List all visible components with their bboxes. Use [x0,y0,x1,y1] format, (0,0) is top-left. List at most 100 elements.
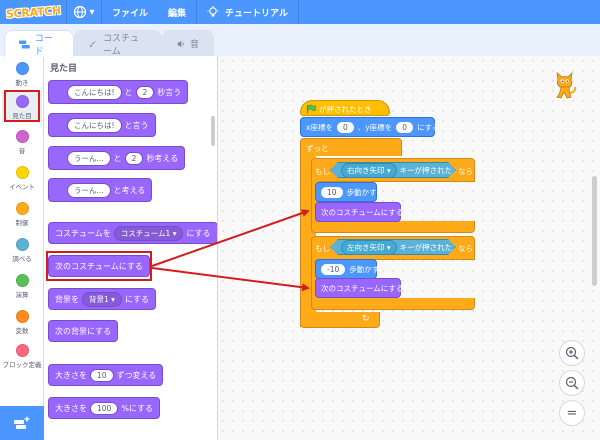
lightbulb-icon [207,6,219,17]
block-label: と [113,153,122,163]
category-operators[interactable]: 演算 [2,274,42,299]
block-label: なら [458,244,473,253]
key-pressed-left-block[interactable]: 左向き矢印 ▾ キーが押された [330,239,456,255]
if-bottom [311,221,475,233]
category-motion[interactable]: 動き [2,62,42,87]
set-size-block[interactable]: 大きさを 100 %にする [48,397,161,419]
zoom-in-icon [565,346,579,360]
move-steps-block[interactable]: 10 歩動かす [315,182,377,202]
block-input[interactable]: こんにちは! [67,117,122,133]
workspace-scrollbar[interactable] [592,176,597,286]
block-label: コスチュームを [55,228,111,238]
block-palette: 見た目 こんにちは! と 2 秒言う こんにちは! と言う うーん... と 2… [44,56,218,440]
block-input[interactable]: 100 [90,401,119,415]
category-label: 制御 [15,219,29,227]
category-menu: 動き 見た目 音 イベント 制御 調べる 演算 変数 ブロック定義 [0,56,44,440]
events-dot-icon [15,166,29,179]
tab-sound[interactable]: 音 [162,30,214,56]
key-dropdown[interactable]: 左向き矢印 ▾ [341,240,397,255]
next-costume-block[interactable]: 次のコスチュームにする [315,278,403,298]
chevron-down-icon: ▾ [89,6,95,18]
zoom-out-button[interactable] [559,370,585,396]
logo-text: SCRATCH [5,3,61,21]
highlight-box-looks [4,90,40,122]
menu-divider [297,0,299,24]
next-backdrop-block[interactable]: 次の背景にする [48,320,119,342]
tutorial-menu[interactable]: チュートリアル [197,0,298,24]
category-label: 演算 [15,291,29,299]
block-label: 秒言う [157,87,182,97]
loop-arrow-icon: ↻ [362,314,370,324]
block-input[interactable]: -10 [321,263,346,275]
move-steps-block[interactable]: -10 歩動かす [315,259,379,279]
think-for-secs-block[interactable]: うーん... と 2 秒考える [48,146,186,170]
say-block[interactable]: こんにちは! と言う [48,113,156,137]
block-input[interactable]: こんにちは! [67,84,122,100]
key-pressed-right-block[interactable]: 右向き矢印 ▾ キーが押された [330,162,456,178]
category-sensing[interactable]: 調べる [2,238,42,263]
say-for-secs-block[interactable]: こんにちは! と 2 秒言う [48,80,189,104]
palette-scrollbar[interactable] [211,116,215,146]
category-events[interactable]: イベント [2,166,42,191]
category-control[interactable]: 制御 [2,202,42,227]
extension-icon [14,416,30,429]
switch-backdrop-block[interactable]: 背景を 背景1 ▾ にする [48,288,157,310]
block-input[interactable]: 0 [396,121,413,133]
block-label: にする [186,228,211,238]
block-label: にする [416,122,440,132]
block-label: にする [124,294,150,304]
block-label: 、y座標を [357,122,393,132]
block-label: なら [458,167,473,176]
block-input[interactable]: 2 [124,151,144,165]
dropdown-value: 背景1 [89,294,109,304]
change-size-block[interactable]: 大きさを 10 ずつ変える [48,364,164,386]
block-label: 大きさを [55,403,87,413]
go-to-xy-block[interactable]: x座標を 0 、y座標を 0 にする [300,117,440,137]
scratch-logo[interactable]: SCRATCH [0,0,66,24]
tab-costume[interactable]: コスチューム [74,30,162,57]
code-workspace[interactable]: が押されたとき x座標を 0 、y座標を 0 にする ずっと ↻ もし 右向き矢… [218,56,600,440]
next-costume-block[interactable]: 次のコスチュームにする [315,202,404,222]
tab-code[interactable]: コード [4,30,74,57]
block-input[interactable]: 2 [135,85,155,99]
file-menu[interactable]: ファイル [102,0,158,24]
block-label: もし [315,167,330,176]
block-label: 歩動かす [346,187,377,197]
category-variables[interactable]: 変数 [2,310,42,335]
key-dropdown[interactable]: 右向き矢印 ▾ [341,163,397,178]
if-bottom [311,298,475,310]
switch-costume-block[interactable]: コスチュームを コスチューム1 ▾ にする [48,222,217,244]
category-label: ブロック定義 [2,361,42,369]
zoom-reset-button[interactable]: = [559,400,585,426]
category-my-blocks[interactable]: ブロック定義 [2,344,42,369]
costume-dropdown[interactable]: コスチューム1 ▾ [113,225,184,241]
speaker-icon [177,40,184,47]
backdrop-dropdown[interactable]: 背景1 ▾ [82,291,122,307]
category-label: 変数 [15,327,29,335]
language-menu[interactable]: ▾ [67,5,101,19]
block-input[interactable]: 10 [321,186,343,198]
add-extension-button[interactable] [0,406,44,440]
block-input[interactable]: うーん... [67,150,111,166]
block-label: 秒考える [146,153,179,163]
block-label: ずつ変える [116,370,157,380]
block-label: 次のコスチュームにする [321,207,404,217]
block-input[interactable]: 10 [90,368,114,382]
when-flag-clicked-block[interactable]: が押されたとき [300,100,390,116]
editor-tabs: コード コスチューム 音 [0,24,600,57]
block-input[interactable]: うーん... [67,182,111,198]
category-label: 調べる [12,255,32,263]
menu-bar: SCRATCH ▾ ファイル 編集 チュートリアル [0,0,600,24]
dropdown-value: 左向き矢印 [347,242,385,252]
block-label: キーが押された [399,242,453,252]
tab-sound-label: 音 [189,40,199,50]
control-dot-icon [15,202,29,215]
edit-menu[interactable]: 編集 [158,0,196,24]
think-block[interactable]: うーん... と考える [48,178,153,202]
dropdown-value: 右向き矢印 [347,165,385,175]
tutorial-label: チュートリアル [225,8,288,19]
block-input[interactable]: 0 [336,121,354,133]
category-sound[interactable]: 音 [2,130,42,155]
zoom-in-button[interactable] [559,340,585,366]
block-label: %にする [121,403,154,413]
